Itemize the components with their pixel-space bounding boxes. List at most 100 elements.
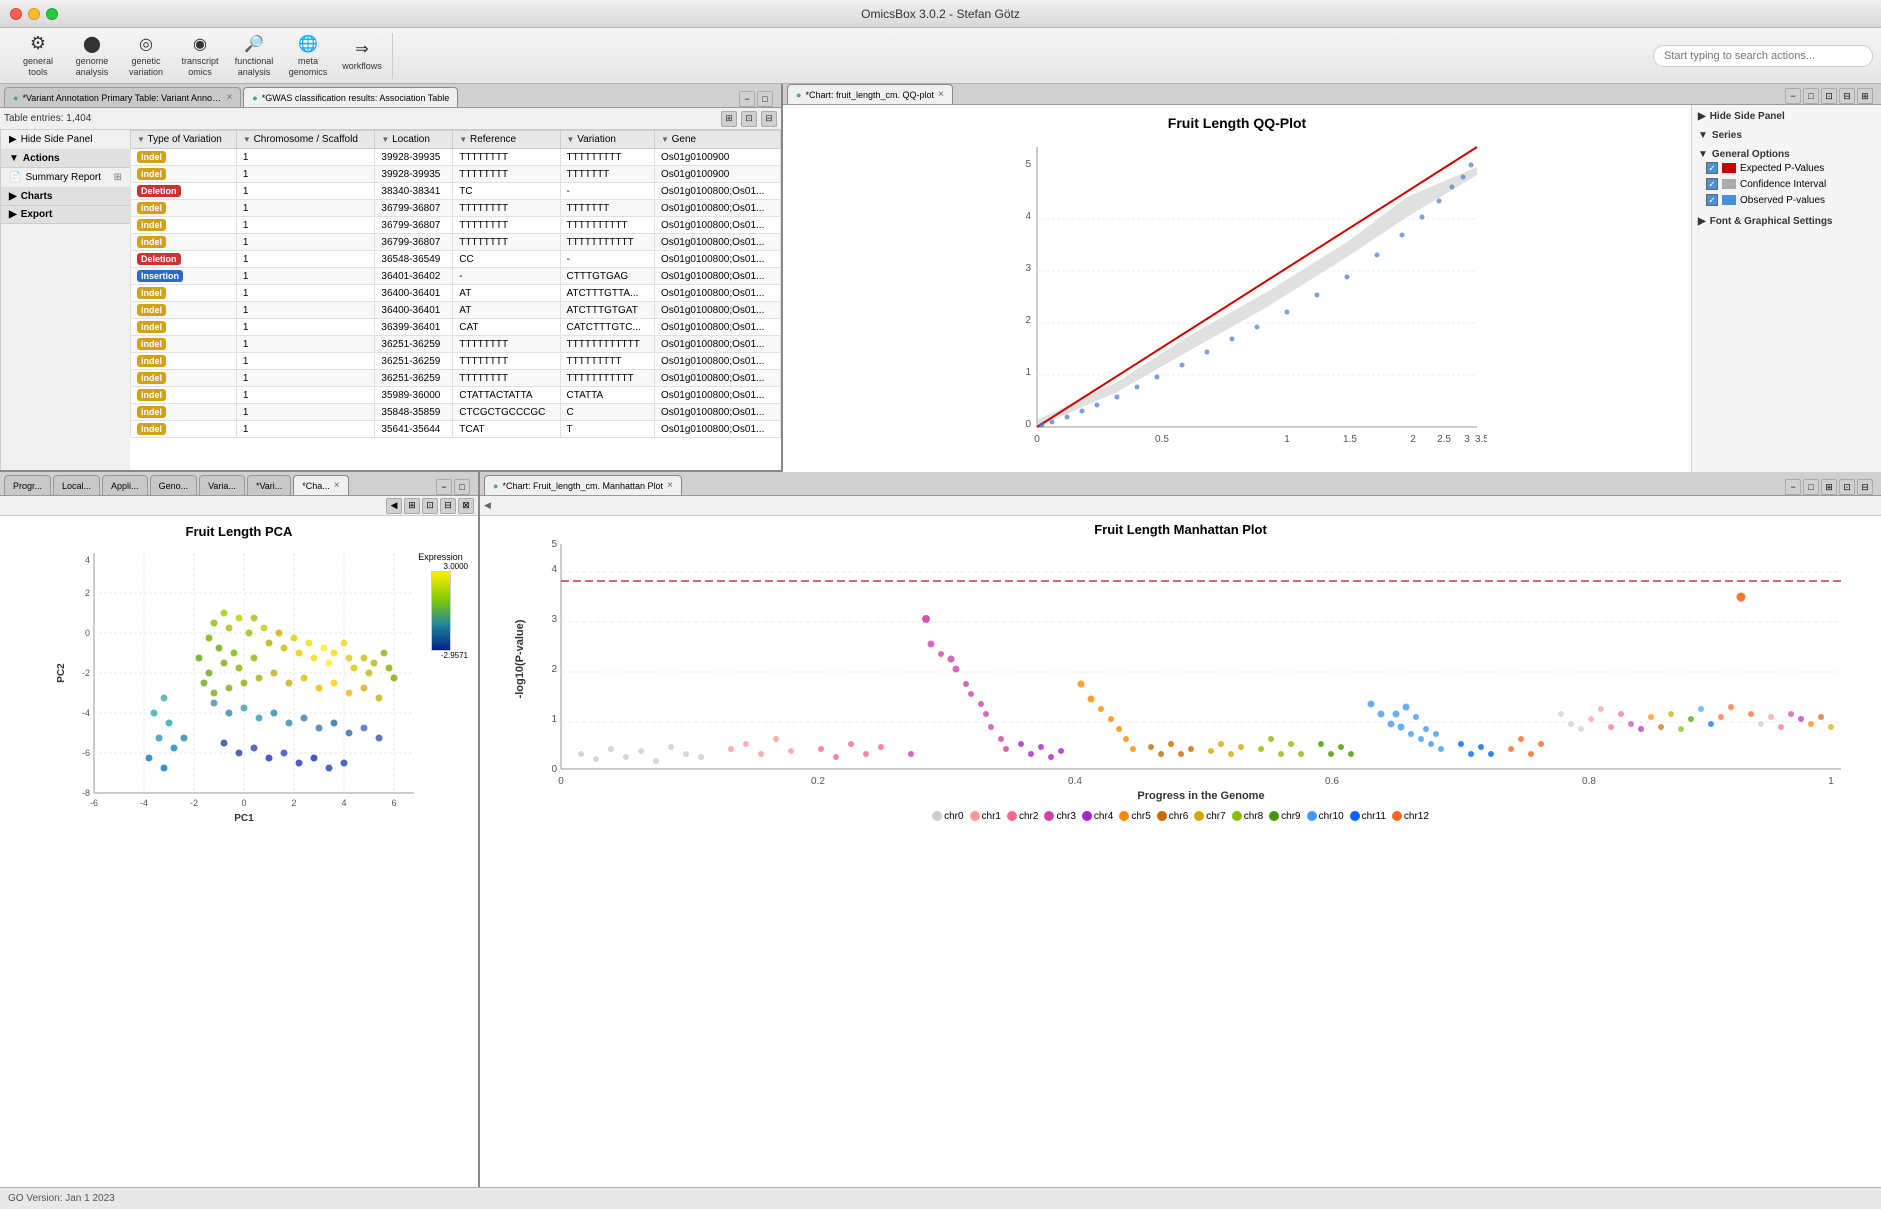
prog-tab[interactable]: Progr... xyxy=(4,475,51,495)
table-row[interactable]: indel 1 36251-36259 TTTTTTTT TTTTTTTTTTT… xyxy=(131,336,781,353)
maximize-button[interactable] xyxy=(46,8,58,20)
minimize-panel-btn[interactable]: − xyxy=(739,91,755,107)
qq-min-btn[interactable]: − xyxy=(1785,88,1801,104)
font-settings-header[interactable]: ▶ Font & Graphical Settings xyxy=(1698,216,1875,227)
table-row[interactable]: indel 1 39928-39935 TTTTTTTT TTTTTTTTT O… xyxy=(131,149,781,166)
cell-gene: Os01g0100800;Os01... xyxy=(654,387,780,404)
summary-report-btn[interactable]: 📄 Summary Report ⊞ xyxy=(1,168,130,188)
close-manhattan-tab[interactable]: × xyxy=(667,480,673,491)
table-row[interactable]: indel 1 36399-36401 CAT CATCTTTGTC... Os… xyxy=(131,319,781,336)
hide-side-panel-btn[interactable]: ▶ Hide Side Panel xyxy=(1,130,130,150)
cell-var: - xyxy=(560,183,654,200)
table-row[interactable]: indel 1 35641-35644 TCAT T Os01g0100800;… xyxy=(131,421,781,438)
hide-side-panel-btn[interactable]: ▶ Hide Side Panel xyxy=(1698,111,1875,122)
table-row[interactable]: indel 1 35989-36000 CTATTACTATTA CTATTA … xyxy=(131,387,781,404)
col-var[interactable]: ▼ Variation xyxy=(560,131,654,149)
functional-analysis-button[interactable]: 🔎 functionalanalysis xyxy=(228,33,280,79)
manhattan-tab[interactable]: ● *Chart: Fruit_length_cm. Manhattan Plo… xyxy=(484,475,682,495)
cell-ref: TCAT xyxy=(453,421,560,438)
maximize-panel-btn[interactable]: □ xyxy=(757,91,773,107)
man-ctrl3[interactable]: ⊟ xyxy=(1857,479,1873,495)
close-chart-tab[interactable]: × xyxy=(334,480,340,491)
workflows-button[interactable]: ⇒ workflows xyxy=(336,33,388,79)
close-variant-tab[interactable]: × xyxy=(226,92,232,103)
close-qq-tab[interactable]: × xyxy=(938,89,944,100)
cell-var: TTTTTTTTTT xyxy=(560,217,654,234)
cell-loc: 35641-35644 xyxy=(375,421,453,438)
varia-tab[interactable]: Varia... xyxy=(199,475,245,495)
svg-text:0.2: 0.2 xyxy=(811,776,825,787)
pca-max-btn[interactable]: □ xyxy=(454,479,470,495)
pca-ctrl5[interactable]: ⊠ xyxy=(458,498,474,514)
col-gene[interactable]: ▼ Gene xyxy=(654,131,780,149)
col-type[interactable]: ▼ Type of Variation xyxy=(131,131,237,149)
genome-analysis-button[interactable]: ⬤ genomeanalysis xyxy=(66,33,118,79)
man-ctrl2[interactable]: ⊡ xyxy=(1839,479,1855,495)
expected-pvalues-checkbox[interactable]: ✓ xyxy=(1706,162,1718,174)
cell-loc: 36400-36401 xyxy=(375,285,453,302)
series-header[interactable]: ▼ Series xyxy=(1698,130,1875,141)
transcript-omics-label: transcriptomics xyxy=(181,56,218,78)
general-tools-button[interactable]: ⚙ generaltools xyxy=(12,33,64,79)
table-ctrl-1[interactable]: ⊞ xyxy=(721,111,737,127)
col-loc[interactable]: ▼ Location xyxy=(375,131,453,149)
man-ctrl1[interactable]: ⊞ xyxy=(1821,479,1837,495)
local-tab[interactable]: Local... xyxy=(53,475,100,495)
general-options-header[interactable]: ▼ General Options xyxy=(1698,149,1875,160)
qq-ctrl3-btn[interactable]: ⊞ xyxy=(1857,88,1873,104)
cell-loc: 36799-36807 xyxy=(375,234,453,251)
pca-ctrl1[interactable]: ◀ xyxy=(386,498,402,514)
meta-genomics-button[interactable]: 🌐 metagenomics xyxy=(282,33,334,79)
pca-ctrl4[interactable]: ⊟ xyxy=(440,498,456,514)
table-row[interactable]: Insertion 1 36401-36402 - CTTTGTGAG Os01… xyxy=(131,268,781,285)
table-row[interactable]: indel 1 36799-36807 TTTTTTTT TTTTTTT Os0… xyxy=(131,200,781,217)
chart-tab[interactable]: *Cha... × xyxy=(293,475,348,495)
table-row[interactable]: indel 1 35848-35859 CTCGCTGCCCGC C Os01g… xyxy=(131,404,781,421)
pca-ctrl2[interactable]: ⊞ xyxy=(404,498,420,514)
export-section[interactable]: ▶ Export xyxy=(1,206,130,224)
svg-text:-8: -8 xyxy=(82,788,90,798)
table-row[interactable]: indel 1 36799-36807 TTTTTTTT TTTTTTTTTTT… xyxy=(131,234,781,251)
minimize-button[interactable] xyxy=(28,8,40,20)
qq-plot-tab[interactable]: ● *Chart: fruit_length_cm. QQ-plot × xyxy=(787,84,953,104)
qq-side-panel: ▶ Hide Side Panel ▼ Series ▼ General Opt… xyxy=(1691,105,1881,477)
table-row[interactable]: indel 1 36400-36401 AT ATCTTTGTTA... Os0… xyxy=(131,285,781,302)
table-ctrl-3[interactable]: ⊟ xyxy=(761,111,777,127)
table-row[interactable]: indel 1 36251-36259 TTTTTTTT TTTTTTTTTTT… xyxy=(131,370,781,387)
varia2-tab[interactable]: *Vari... xyxy=(247,475,291,495)
col-ref[interactable]: ▼ Reference xyxy=(453,131,560,149)
transcript-omics-button[interactable]: ◉ transcriptomics xyxy=(174,33,226,79)
gwas-tab[interactable]: ● *GWAS classification results: Associat… xyxy=(243,87,458,107)
appli-tab[interactable]: Appli... xyxy=(102,475,148,495)
man-min-btn[interactable]: − xyxy=(1785,479,1801,495)
table-row[interactable]: Deletion 1 38340-38341 TC - Os01g0100800… xyxy=(131,183,781,200)
workflows-label: workflows xyxy=(342,61,382,72)
confidence-interval-checkbox[interactable]: ✓ xyxy=(1706,178,1718,190)
table-row[interactable]: indel 1 36251-36259 TTTTTTTT TTTTTTTTT O… xyxy=(131,353,781,370)
chr2-legend: chr2 xyxy=(1007,811,1038,822)
table-row[interactable]: Deletion 1 36548-36549 CC - Os01g0100800… xyxy=(131,251,781,268)
geno-tab[interactable]: Geno... xyxy=(150,475,198,495)
col-chr[interactable]: ▼ Chromosome / Scaffold xyxy=(236,131,375,149)
close-button[interactable] xyxy=(10,8,22,20)
svg-text:4: 4 xyxy=(341,798,346,808)
actions-section[interactable]: ▼ Actions xyxy=(1,150,130,168)
charts-section[interactable]: ▶ Charts xyxy=(1,188,130,206)
man-max-btn[interactable]: □ xyxy=(1803,479,1819,495)
svg-text:-4: -4 xyxy=(140,798,148,808)
cell-gene: Os01g0100800;Os01... xyxy=(654,404,780,421)
pca-ctrl3[interactable]: ⊡ xyxy=(422,498,438,514)
table-row[interactable]: indel 1 39928-39935 TTTTTTTT TTTTTTT Os0… xyxy=(131,166,781,183)
genetic-variation-button[interactable]: ◎ geneticvariation xyxy=(120,33,172,79)
qq-ctrl-btn[interactable]: ⊡ xyxy=(1821,88,1837,104)
table-row[interactable]: indel 1 36400-36401 AT ATCTTTGTGAT Os01g… xyxy=(131,302,781,319)
table-ctrl-2[interactable]: ⊡ xyxy=(741,111,757,127)
table-row[interactable]: indel 1 36799-36807 TTTTTTTT TTTTTTTTTT … xyxy=(131,217,781,234)
data-table-container[interactable]: ▼ Type of Variation ▼ Chromosome / Scaff… xyxy=(130,130,781,470)
pca-min-btn[interactable]: − xyxy=(436,479,452,495)
qq-ctrl2-btn[interactable]: ⊟ xyxy=(1839,88,1855,104)
search-input[interactable] xyxy=(1653,45,1873,67)
qq-max-btn[interactable]: □ xyxy=(1803,88,1819,104)
observed-pvalues-checkbox[interactable]: ✓ xyxy=(1706,194,1718,206)
variant-annotation-tab[interactable]: ● *Variant Annotation Primary Table: Var… xyxy=(4,87,241,107)
